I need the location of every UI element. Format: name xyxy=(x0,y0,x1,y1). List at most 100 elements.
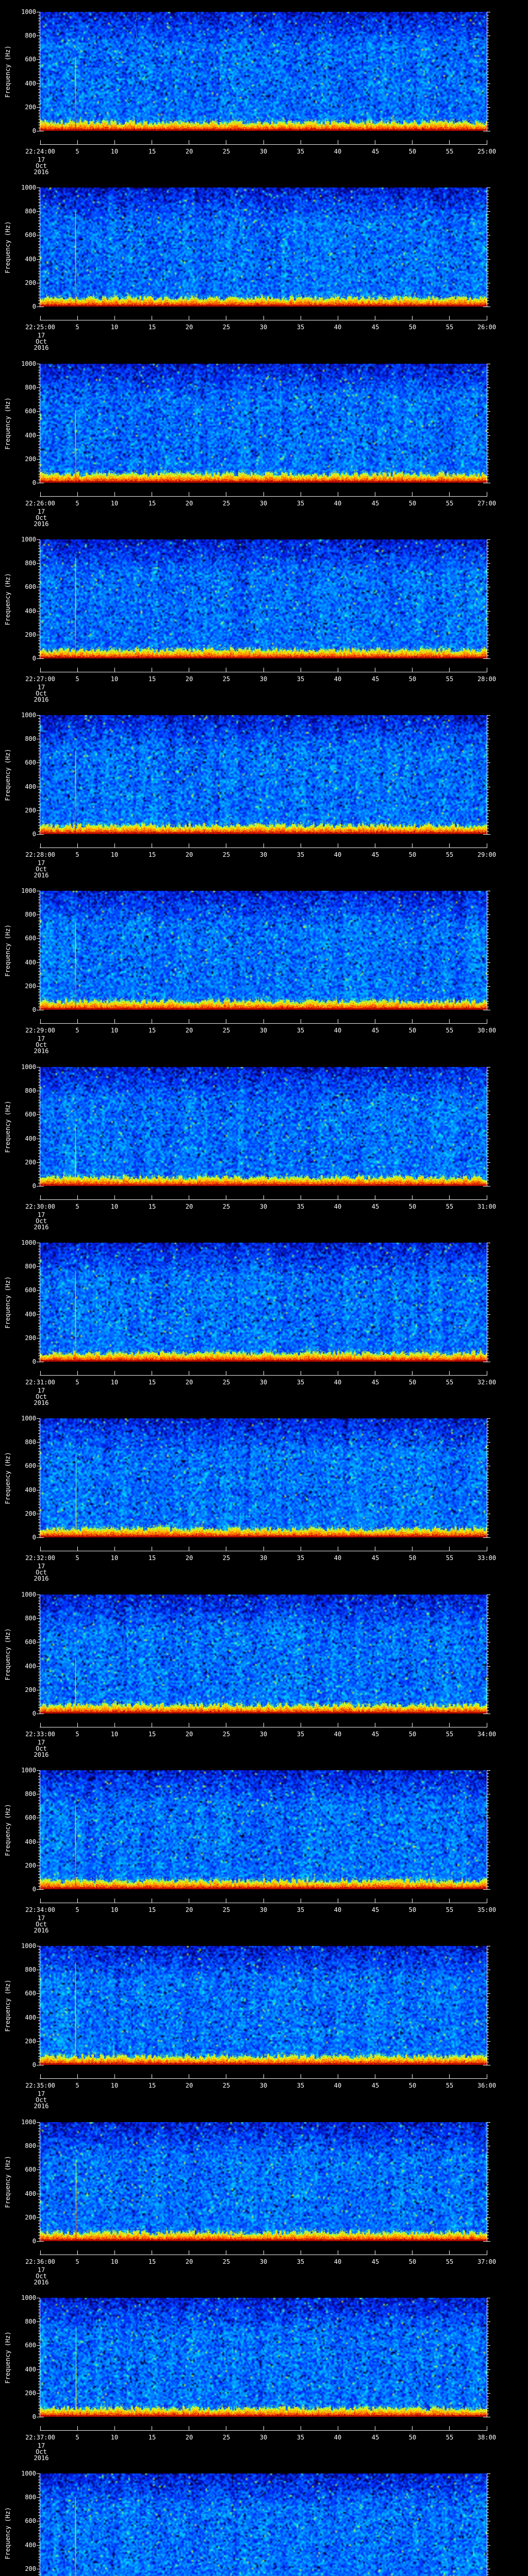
x-major-tick xyxy=(40,843,41,848)
x-tick-label: 10 xyxy=(110,1203,119,1210)
y-tick-label: 600 xyxy=(25,1286,36,1294)
spectrogram-panel-1: Frequency (Hz) 0 200 400 600 800 1000 22:24:00… xyxy=(0,0,528,176)
x-tick-label: 5 xyxy=(75,1379,79,1386)
x-start-time-label: 22:26:00 xyxy=(25,500,55,507)
x-major-tick xyxy=(449,2074,450,2078)
spectrogram-image xyxy=(40,1418,487,1537)
x-major-tick xyxy=(40,1019,41,1023)
x-tick-label: 5 xyxy=(75,851,79,858)
x-major-tick xyxy=(263,140,264,144)
y-tick-label: 200 xyxy=(25,1334,36,1342)
y-axis-title: Frequency (Hz) xyxy=(4,1276,11,1329)
y-tick-label: 1000 xyxy=(21,1415,36,1422)
x-major-tick xyxy=(263,1899,264,1903)
start-date-line: 2016 xyxy=(34,2454,49,2462)
x-tick-label: 45 xyxy=(371,1027,380,1034)
y-tick-label: 800 xyxy=(25,1966,36,1973)
x-tick-label: 25 xyxy=(222,2082,230,2089)
y-tick-label: 400 xyxy=(25,2014,36,2021)
start-date-line: 2016 xyxy=(34,1751,49,1758)
x-tick-label: 30 xyxy=(259,2434,268,2441)
y-tick-label: 800 xyxy=(25,560,36,567)
x-major-tick xyxy=(114,668,115,672)
x-major-tick xyxy=(40,140,41,144)
y-tick-label: 0 xyxy=(32,1358,36,1365)
x-tick-label: 15 xyxy=(148,1554,156,1562)
x-major-tick xyxy=(114,492,115,496)
x-tick-label: 35 xyxy=(296,1554,305,1562)
x-start-time-label: 22:34:00 xyxy=(25,1906,55,1913)
x-end-time-label: 35:00 xyxy=(477,1906,497,1913)
y-tick-label: 800 xyxy=(25,208,36,215)
x-tick-label: 40 xyxy=(334,1731,342,1738)
y-major-tick xyxy=(37,834,44,835)
x-end-time-label: 37:00 xyxy=(477,2258,497,2265)
x-tick-label: 50 xyxy=(408,1379,417,1386)
x-tick-label: 10 xyxy=(110,1906,119,1913)
x-start-time-label: 22:31:00 xyxy=(25,1379,55,1386)
x-major-tick xyxy=(114,843,115,848)
x-major-tick xyxy=(40,668,41,672)
y-tick-label: 1000 xyxy=(21,184,36,191)
x-major-tick xyxy=(77,2074,78,2078)
x-major-tick xyxy=(40,1547,41,1551)
x-tick-label: 30 xyxy=(259,1027,268,1034)
y-tick-label: 800 xyxy=(25,2142,36,2149)
x-major-tick xyxy=(114,1723,115,1727)
x-tick-label: 55 xyxy=(446,1906,454,1913)
y-tick-label: 800 xyxy=(25,1615,36,1622)
x-tick-label: 45 xyxy=(371,324,380,331)
spectrogram-image xyxy=(40,12,487,131)
x-tick-label: 5 xyxy=(75,1027,79,1034)
x-tick-label: 20 xyxy=(185,1731,193,1738)
x-tick-label: 5 xyxy=(75,1554,79,1562)
x-major-tick xyxy=(40,316,41,320)
x-tick-label: 55 xyxy=(446,1731,454,1738)
x-tick-label: 35 xyxy=(296,2258,305,2265)
y-tick-label: 200 xyxy=(25,2038,36,2045)
y-tick-label: 800 xyxy=(25,2494,36,2501)
y-tick-label: 800 xyxy=(25,1087,36,1094)
x-major-tick xyxy=(114,316,115,320)
y-tick-label: 200 xyxy=(25,2389,36,2397)
x-tick-label: 20 xyxy=(185,148,193,155)
y-tick-label: 800 xyxy=(25,2318,36,2325)
x-tick-label: 25 xyxy=(222,2434,230,2441)
x-tick-label: 50 xyxy=(408,851,417,858)
x-major-tick xyxy=(263,492,264,496)
y-axis-title: Frequency (Hz) xyxy=(4,573,11,625)
x-tick-label: 40 xyxy=(334,500,342,507)
x-tick-label: 25 xyxy=(222,1027,230,1034)
y-axis-title: Frequency (Hz) xyxy=(4,45,11,98)
x-tick-label: 35 xyxy=(296,148,305,155)
x-tick-label: 15 xyxy=(148,675,156,683)
x-tick-label: 30 xyxy=(259,2082,268,2089)
x-major-tick xyxy=(114,2074,115,2078)
spectrogram-image xyxy=(40,1946,487,2065)
y-tick-label: 200 xyxy=(25,279,36,286)
y-tick-label: 200 xyxy=(25,2565,36,2572)
y-tick-label: 400 xyxy=(25,2541,36,2549)
spectrogram-image xyxy=(40,2122,487,2241)
y-axis-title: Frequency (Hz) xyxy=(4,2507,11,2560)
y-tick-label: 1000 xyxy=(21,536,36,543)
y-axis-title: Frequency (Hz) xyxy=(4,2331,11,2384)
x-major-tick xyxy=(263,668,264,672)
y-tick-label: 0 xyxy=(32,1886,36,1893)
y-major-tick-right xyxy=(483,1889,490,1890)
x-tick-label: 35 xyxy=(296,324,305,331)
x-major-tick xyxy=(77,1723,78,1727)
x-start-time-label: 22:36:00 xyxy=(25,2258,55,2265)
y-major-tick xyxy=(37,1537,44,1538)
x-major-tick xyxy=(114,1195,115,1199)
y-tick-label: 400 xyxy=(25,783,36,790)
x-tick-label: 45 xyxy=(371,1203,380,1210)
x-tick-label: 40 xyxy=(334,2258,342,2265)
x-major-tick xyxy=(114,1547,115,1551)
x-tick-label: 20 xyxy=(185,1379,193,1386)
y-tick-label: 1000 xyxy=(21,711,36,719)
x-tick-label: 55 xyxy=(446,1203,454,1210)
x-tick-label: 20 xyxy=(185,1554,193,1562)
spectrogram-stack: Frequency (Hz) 0 200 400 600 800 1000 22:24:00… xyxy=(0,0,528,2576)
y-tick-label: 400 xyxy=(25,256,36,263)
